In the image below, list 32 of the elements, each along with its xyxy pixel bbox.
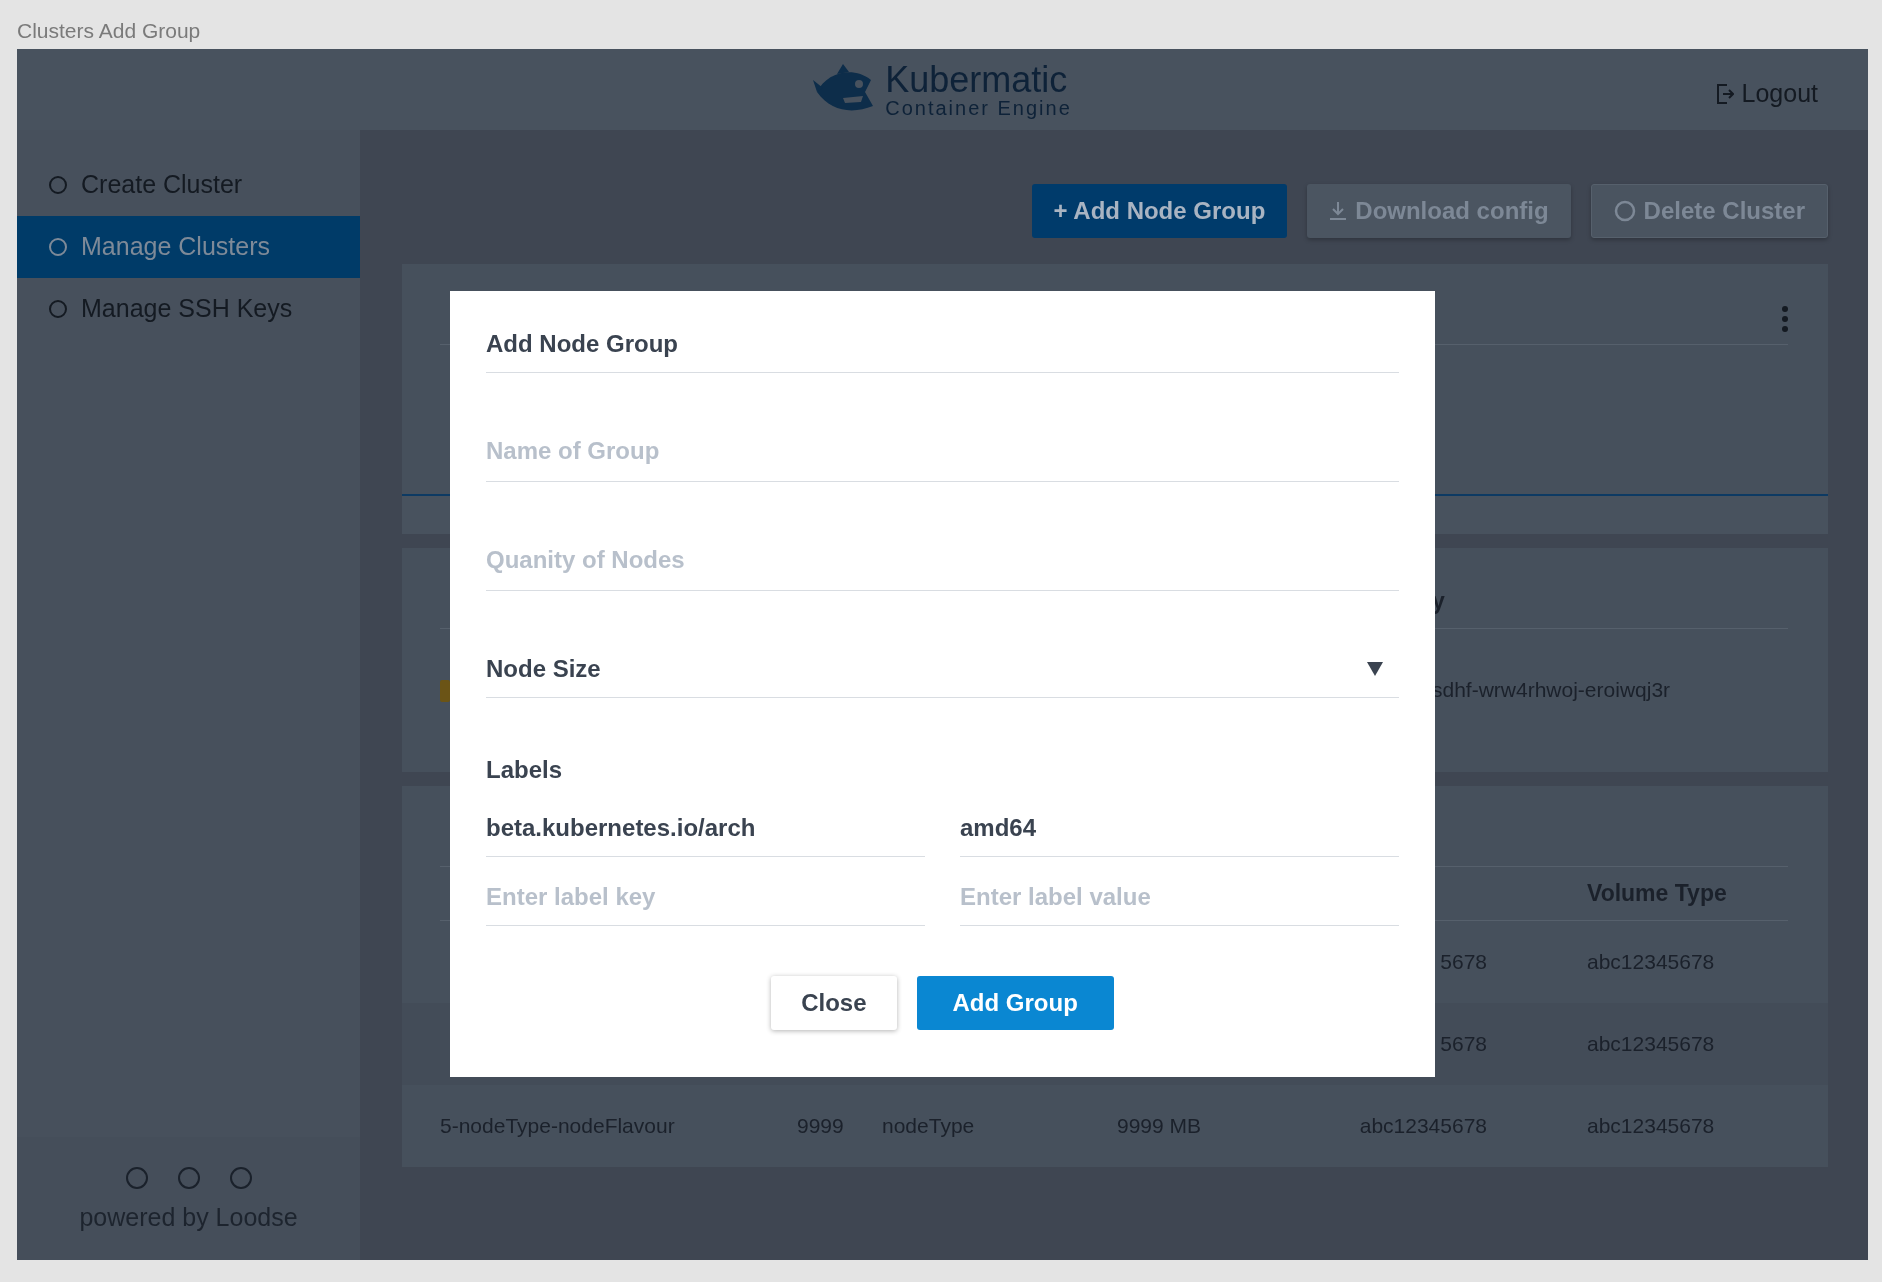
provider-icon xyxy=(440,678,450,702)
select-value: Node Size xyxy=(486,654,601,684)
node-size-select[interactable]: Node Size xyxy=(486,651,1399,698)
label-value-field[interactable]: Enter label value xyxy=(960,879,1399,926)
circle-icon xyxy=(1613,200,1636,222)
label-value-field[interactable]: amd64 xyxy=(960,810,1399,857)
input-field[interactable]: Name of Group xyxy=(486,433,1399,482)
add-group-button[interactable]: Add Group xyxy=(916,976,1114,1030)
input-field[interactable]: Quanity of Nodes xyxy=(486,542,1399,591)
logout-button[interactable]: Logout xyxy=(1715,75,1818,113)
label-key-field[interactable]: beta.kubernetes.io/arch xyxy=(486,810,925,857)
close-button[interactable]: Close xyxy=(771,976,897,1030)
labels-heading: Labels xyxy=(486,755,564,785)
circle-icon xyxy=(125,1167,148,1189)
dropdown-caret-icon xyxy=(1367,662,1383,676)
sidebar-item[interactable]: Manage Clusters xyxy=(17,216,360,278)
circle-icon xyxy=(49,238,67,256)
circle-icon xyxy=(177,1167,200,1189)
sidebar-item[interactable]: Create Cluster xyxy=(17,154,360,216)
brand-tagline: Container Engine xyxy=(885,97,1072,118)
toolbar-button[interactable]: + Add Node Group xyxy=(1031,184,1288,238)
dialog-title: Add Node Group xyxy=(486,291,1399,373)
circle-icon xyxy=(49,176,67,194)
logout-icon xyxy=(1715,83,1734,104)
circle-icon xyxy=(49,300,67,318)
label-key-field[interactable]: Enter label key xyxy=(486,879,925,926)
brand-name: Kubermatic xyxy=(885,61,1069,98)
page-title: Clusters Add Group xyxy=(16,18,202,44)
kebab-menu-icon xyxy=(1782,306,1788,332)
sidebar-item[interactable]: Manage SSH Keys xyxy=(17,278,360,340)
download-icon xyxy=(1329,201,1348,221)
circle-icon xyxy=(229,1167,252,1189)
